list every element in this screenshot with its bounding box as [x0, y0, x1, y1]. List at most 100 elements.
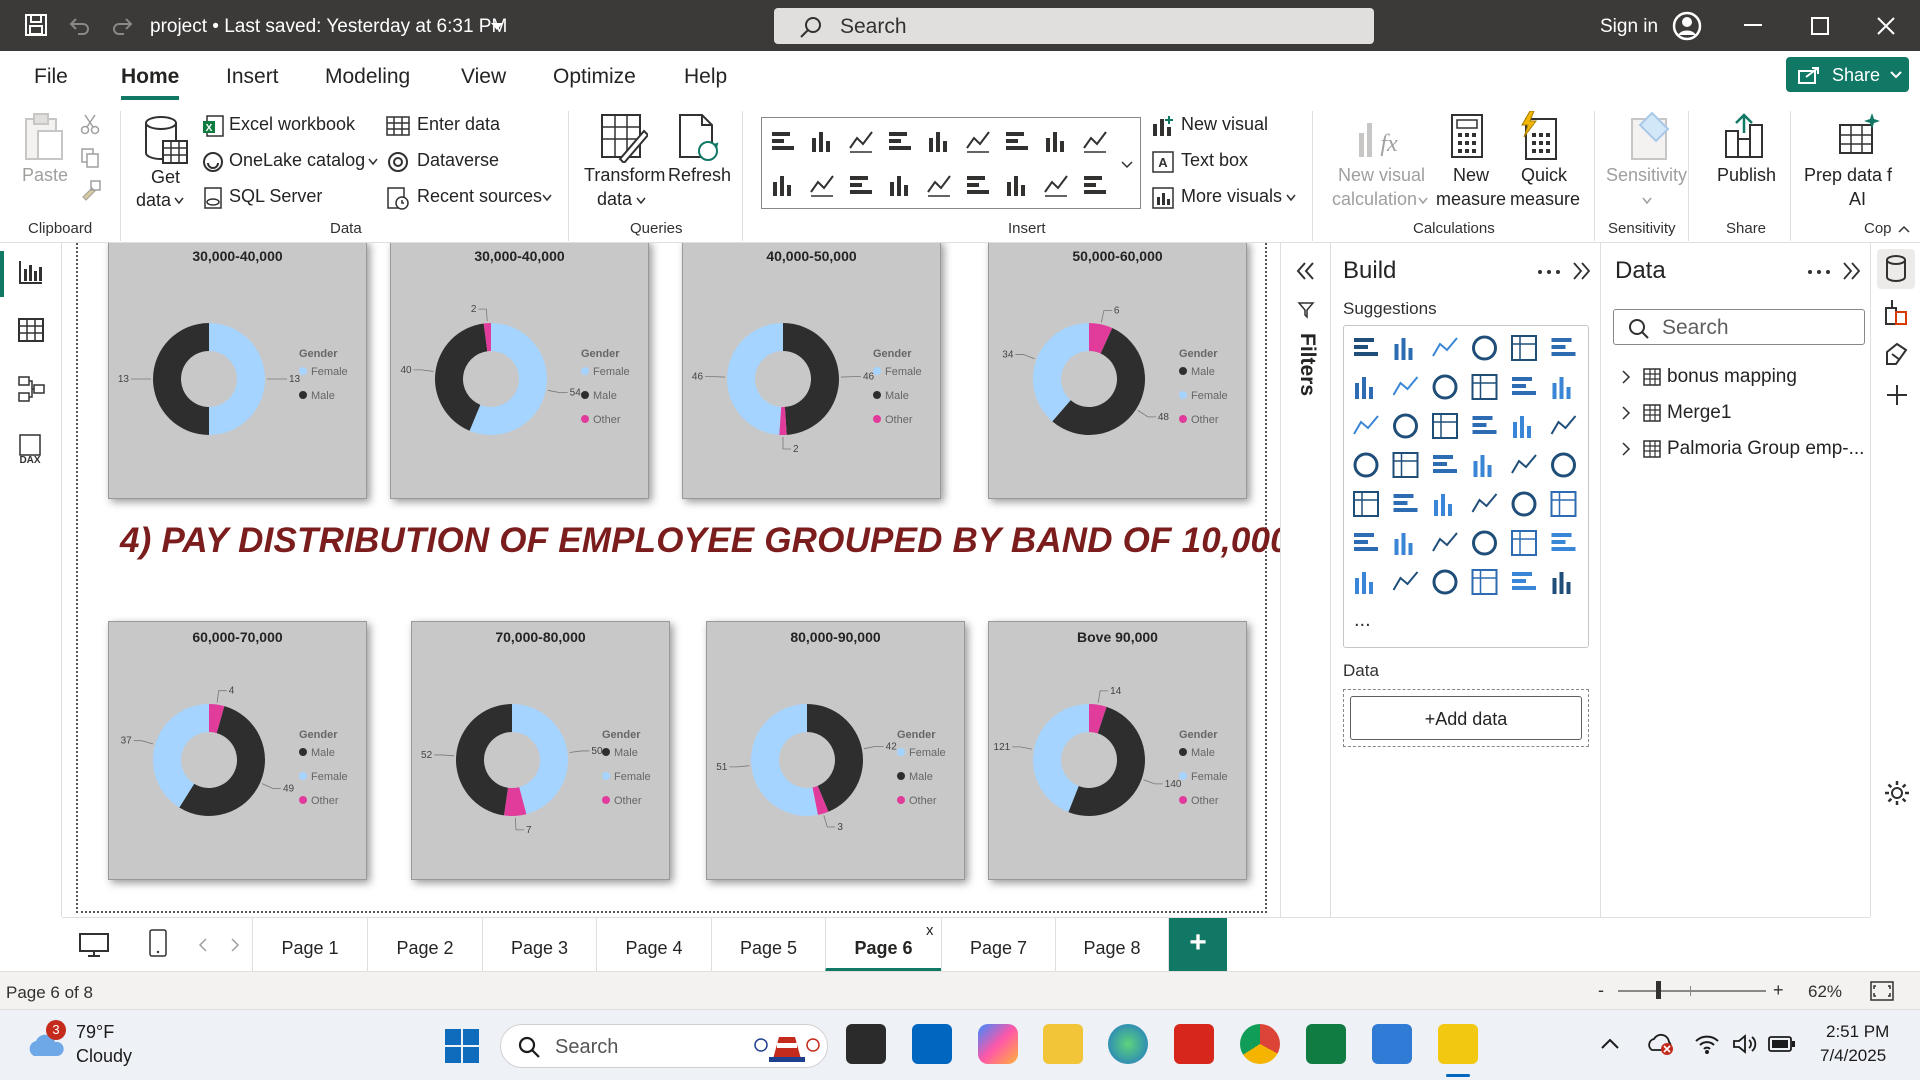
zoom-out-button[interactable]: - — [1598, 980, 1604, 1001]
zoom-in-button[interactable]: + — [1773, 980, 1784, 1001]
scroll-right-icon[interactable] — [230, 938, 240, 952]
donut-chart-card[interactable]: 46 2 46 Gender Female Male Other 40,000-50,000 — [682, 243, 941, 499]
mobile-layout-icon[interactable] — [148, 928, 168, 958]
expand-filters-icon[interactable] — [1295, 261, 1317, 281]
new-measure-label[interactable]: New — [1453, 165, 1489, 186]
fit-to-page-icon[interactable] — [1870, 981, 1894, 1001]
power-bi-icon[interactable] — [1438, 1024, 1478, 1064]
filters-pane-collapsed[interactable]: Filters — [1280, 243, 1330, 917]
search-input[interactable]: Search — [774, 8, 1374, 44]
clock-time[interactable]: 2:51 PM — [1826, 1022, 1889, 1042]
settings-gear-icon[interactable] — [1883, 779, 1911, 807]
new-visual-button[interactable]: New visual — [1181, 114, 1268, 135]
page-tab-active[interactable]: Page 6 x — [825, 918, 941, 972]
data-table-item[interactable]: bonus mapping — [1621, 366, 1797, 388]
model-view-icon[interactable] — [18, 375, 46, 403]
excel-workbook-button[interactable]: Excel workbook — [229, 114, 355, 135]
menu-modeling[interactable]: Modeling — [325, 65, 410, 89]
transform-label[interactable]: Transform — [584, 165, 665, 186]
windows-start-icon[interactable] — [444, 1028, 480, 1064]
more-visuals-button[interactable]: More visuals — [1181, 186, 1282, 207]
copy-icon[interactable] — [80, 147, 100, 169]
taskbar-search[interactable]: Search — [500, 1024, 828, 1068]
menu-home[interactable]: Home — [121, 65, 179, 89]
show-hidden-icons-icon[interactable] — [1600, 1038, 1620, 1050]
prep-data-label[interactable]: Prep data f — [1804, 165, 1892, 186]
data-table-item[interactable]: Merge1 — [1621, 402, 1731, 424]
format-painter-icon[interactable] — [80, 179, 102, 201]
excel-app-icon[interactable] — [1306, 1024, 1346, 1064]
undo-icon[interactable] — [68, 14, 92, 36]
report-view-icon[interactable] — [18, 259, 44, 285]
add-pane-icon[interactable] — [1885, 383, 1909, 407]
chevron-down-icon[interactable] — [368, 158, 378, 166]
quick-measure-icon[interactable] — [1518, 111, 1562, 161]
new-measure-label2[interactable]: measure — [1436, 189, 1506, 210]
clock-date[interactable]: 7/4/2025 — [1820, 1046, 1886, 1066]
battery-icon[interactable] — [1768, 1034, 1796, 1054]
donut-chart-card[interactable]: 42 3 51 Gender Female Male Other 80,000-90,000 — [706, 621, 965, 880]
zoom-level[interactable]: 62% — [1808, 982, 1842, 1002]
format-pane-icon[interactable] — [1884, 340, 1910, 368]
acrobat-icon[interactable] — [1174, 1024, 1214, 1064]
text-box-button[interactable]: Text box — [1181, 150, 1248, 171]
prep-data-ai-icon[interactable] — [1836, 111, 1880, 157]
table-view-icon[interactable] — [18, 317, 44, 343]
get-data-label2[interactable]: data — [136, 190, 171, 211]
cut-icon[interactable] — [80, 113, 100, 135]
data-table-item[interactable]: Palmoria Group emp-... — [1621, 438, 1864, 460]
weather-temp[interactable]: 79°F — [76, 1022, 114, 1043]
scroll-left-icon[interactable] — [198, 938, 208, 952]
add-page-button[interactable]: + — [1169, 918, 1227, 972]
save-icon[interactable] — [24, 13, 48, 37]
filters-label[interactable]: Filters — [1293, 333, 1319, 413]
volume-icon[interactable] — [1732, 1032, 1758, 1056]
dataverse-button[interactable]: Dataverse — [417, 150, 499, 171]
more-options-icon[interactable] — [1537, 269, 1561, 275]
new-visual-calc-label2[interactable]: calculation — [1332, 189, 1417, 210]
paste-label[interactable]: Paste — [22, 165, 68, 186]
minimize-icon[interactable] — [1744, 24, 1762, 27]
refresh-label[interactable]: Refresh — [668, 165, 731, 186]
redo-icon[interactable] — [110, 14, 134, 36]
publish-icon[interactable] — [1722, 111, 1770, 161]
maximize-icon[interactable] — [1811, 17, 1829, 35]
publish-label[interactable]: Publish — [1717, 165, 1776, 186]
donut-chart-card[interactable]: 4 49 37 Gender Male Female Other 60,000-70,000 — [108, 621, 367, 880]
refresh-icon[interactable] — [678, 113, 722, 163]
dax-query-view-icon[interactable]: DAX — [14, 433, 46, 465]
close-icon[interactable] — [1877, 17, 1895, 35]
photos-icon[interactable] — [1372, 1024, 1412, 1064]
onedrive-error-icon[interactable] — [1648, 1032, 1674, 1056]
file-explorer-icon[interactable] — [1043, 1024, 1083, 1064]
close-page-button[interactable]: x — [926, 922, 934, 939]
page-tab[interactable]: Page 7 — [941, 918, 1055, 972]
page-tab[interactable]: Page 1 — [252, 918, 367, 972]
build-pane-icon[interactable] — [1884, 298, 1910, 326]
sign-in-link[interactable]: Sign in — [1600, 16, 1658, 38]
page-tab[interactable]: Page 3 — [482, 918, 596, 972]
sensitivity-icon[interactable] — [1628, 111, 1672, 161]
data-search-input[interactable]: Search — [1613, 309, 1865, 345]
menu-help[interactable]: Help — [684, 65, 727, 89]
chrome-icon[interactable] — [1240, 1024, 1280, 1064]
new-visual-calc-label[interactable]: New visual — [1338, 165, 1425, 186]
page-tab[interactable]: Page 2 — [367, 918, 482, 972]
donut-chart-card[interactable]: 50 7 52 Gender Male Female Other 70,000-80,000 — [411, 621, 670, 880]
page-tab[interactable]: Page 4 — [596, 918, 711, 972]
zoom-slider-track[interactable] — [1618, 990, 1766, 992]
get-data-label[interactable]: Get — [151, 167, 180, 188]
menu-view[interactable]: View — [461, 65, 506, 89]
paste-icon[interactable] — [22, 111, 66, 163]
collapse-data-icon[interactable] — [1841, 261, 1861, 281]
donut-chart-card[interactable]: 54 40 2 Gender Female Male Other 30,000-40,000 — [390, 243, 649, 499]
page-tab[interactable]: Page 8 — [1055, 918, 1169, 972]
copilot-icon[interactable] — [978, 1024, 1018, 1064]
prep-data-label2[interactable]: AI — [1849, 189, 1866, 210]
edge-icon[interactable] — [1108, 1024, 1148, 1064]
transform-data-icon[interactable] — [600, 113, 648, 163]
quick-measure-label2[interactable]: measure — [1510, 189, 1580, 210]
report-canvas[interactable]: 13 13 Gender Female Male 30,000-40,000 54 40 2… — [62, 243, 1280, 917]
get-data-icon[interactable] — [143, 115, 189, 165]
wifi-icon[interactable] — [1694, 1032, 1720, 1056]
